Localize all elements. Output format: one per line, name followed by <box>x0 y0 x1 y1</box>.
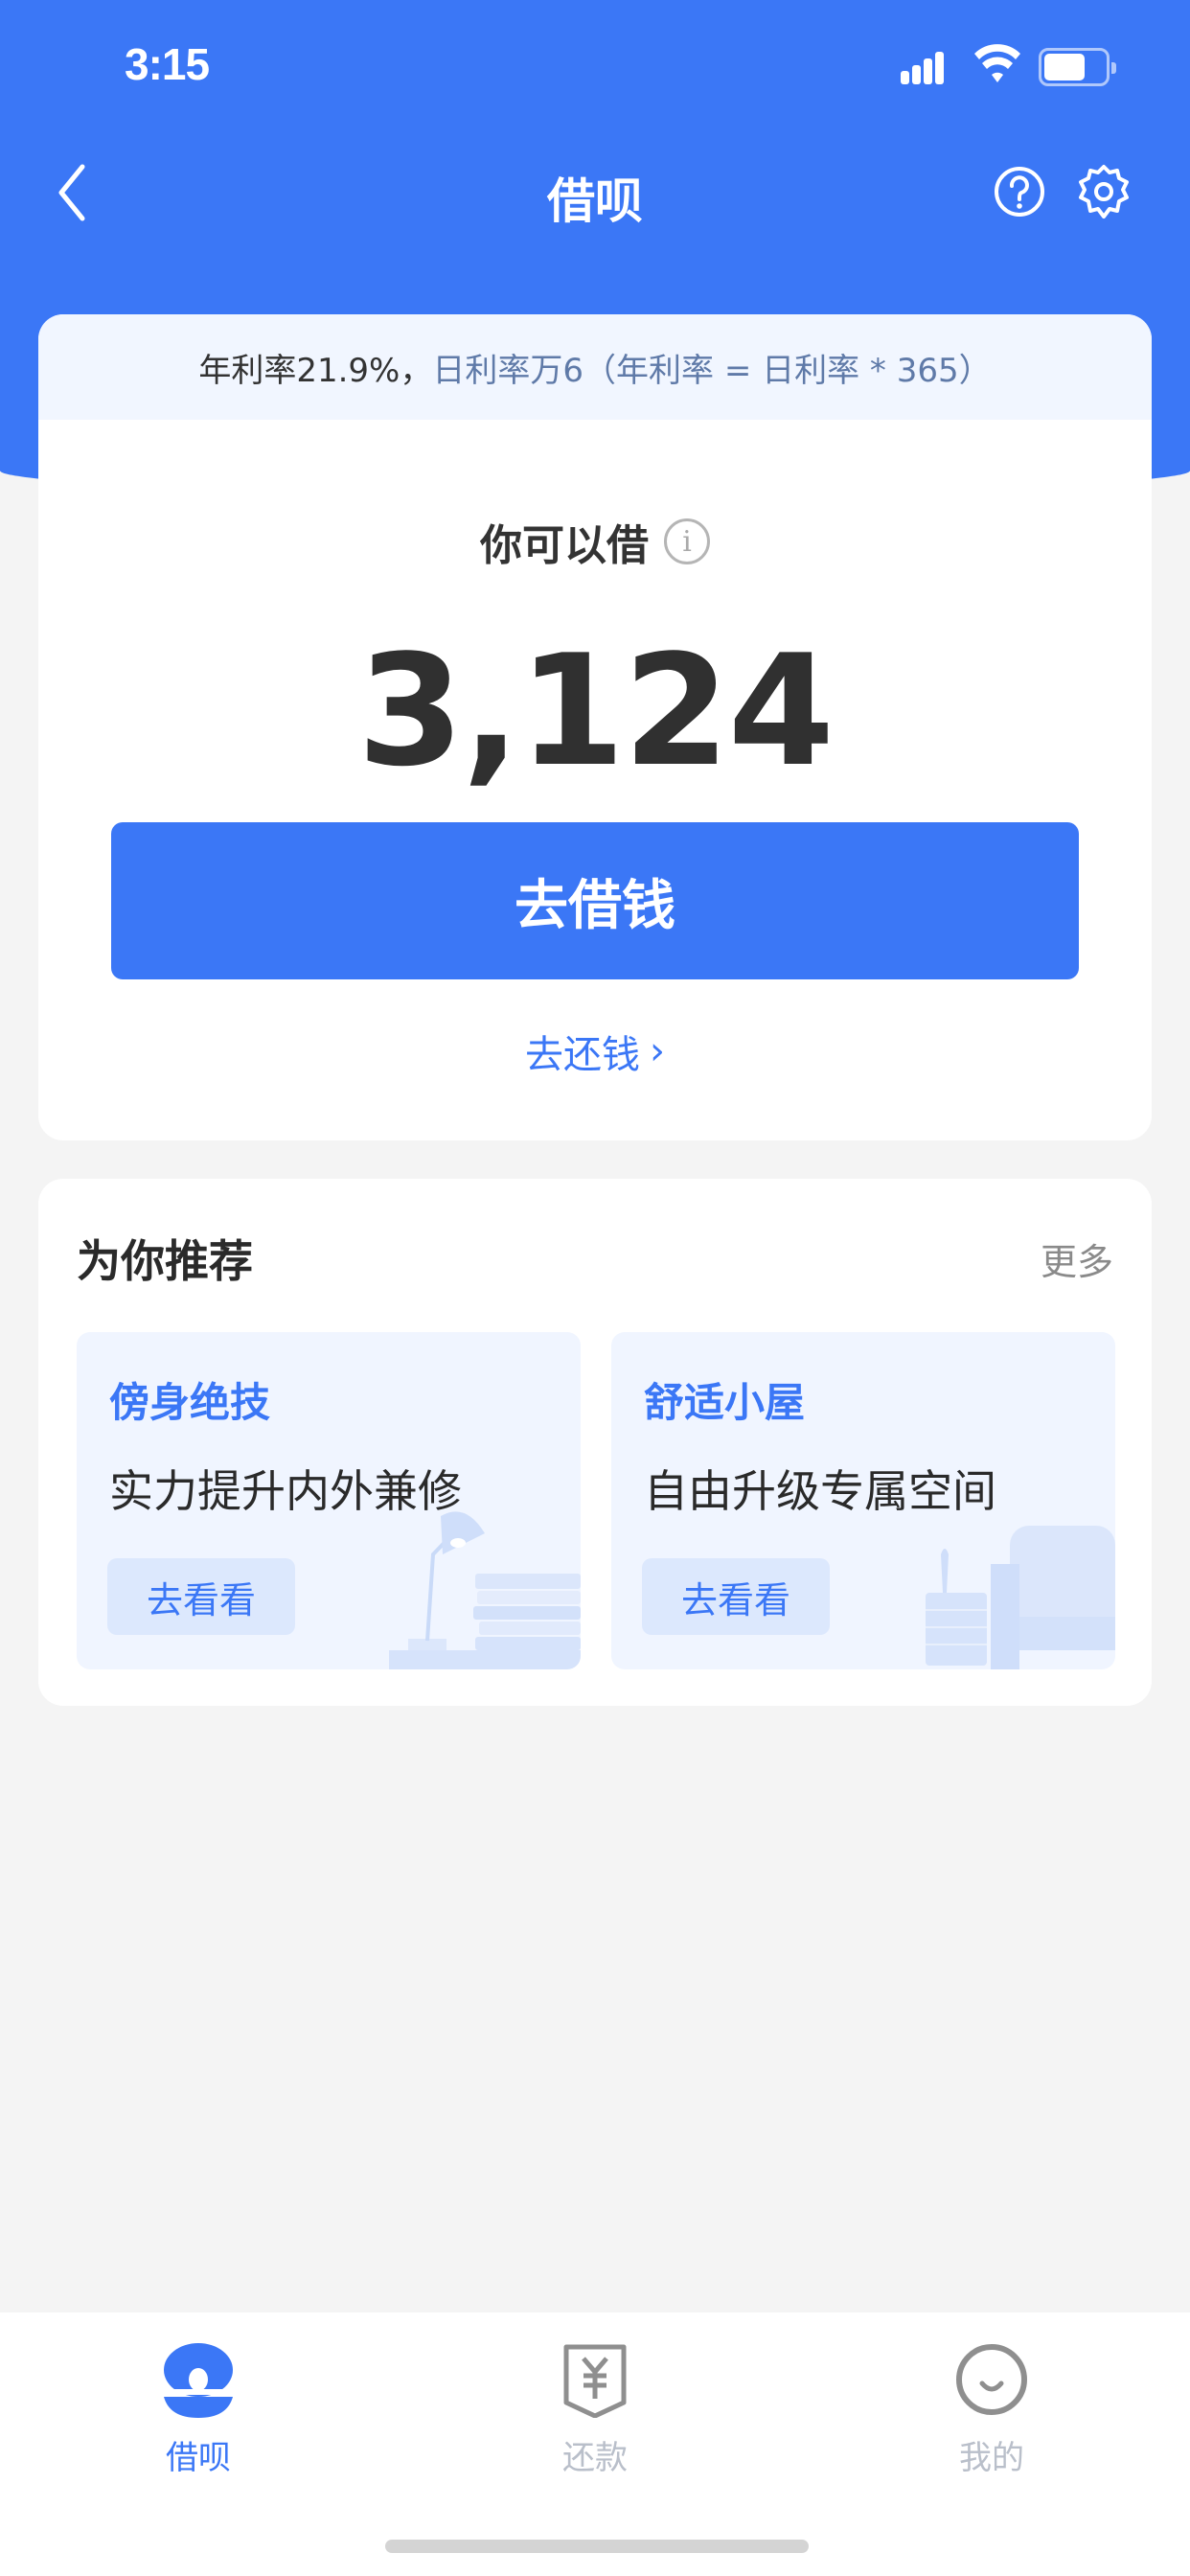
loan-card: 年利率21.9%， 日利率万6（年利率 = 日利率 * 365） 你可以借 i … <box>38 314 1152 1140</box>
tab-label: 还款 <box>562 2439 628 2477</box>
daily-rate-text: 日利率万6（年利率 = 日利率 * 365） <box>432 351 992 390</box>
recommend-item-title: 舒适小屋 <box>644 1379 806 1426</box>
more-link[interactable]: 更多 <box>1041 1232 1113 1285</box>
available-credit-text: 你可以借 <box>480 521 649 570</box>
interest-rate-bar: 年利率21.9%， 日利率万6（年利率 = 日利率 * 365） <box>38 314 1152 420</box>
annual-rate-text: 年利率21.9%， <box>198 351 433 390</box>
repay-link-text: 去还钱 <box>525 1033 640 1077</box>
recommend-item-home[interactable]: 舒适小屋 自由升级专属空间 去看看 <box>611 1332 1115 1669</box>
wifi-icon <box>974 44 1020 82</box>
status-time: 3:15 <box>125 39 210 89</box>
go-see-button[interactable]: 去看看 <box>107 1558 295 1635</box>
tab-mine[interactable]: 我的 <box>896 2341 1087 2478</box>
recommendation-title: 为你推荐 <box>77 1235 253 1287</box>
chevron-right-icon: › <box>650 1029 665 1073</box>
repay-link[interactable]: 去还钱 › <box>38 1024 1152 1079</box>
go-see-button[interactable]: 去看看 <box>642 1558 830 1635</box>
borrow-button[interactable]: 去借钱 <box>111 822 1079 979</box>
recommend-item-skills[interactable]: 傍身绝技 实力提升内外兼修 去看看 <box>77 1332 581 1669</box>
tab-repay[interactable]: 还款 <box>499 2341 691 2478</box>
battery-icon <box>1039 48 1116 86</box>
cellular-signal-icon <box>901 50 956 84</box>
status-bar: 3:15 <box>0 0 1190 134</box>
help-question-icon[interactable] <box>993 165 1046 218</box>
tab-label: 借呗 <box>166 2439 231 2477</box>
recommend-item-title: 傍身绝技 <box>109 1379 271 1426</box>
repay-yen-icon <box>563 2344 627 2418</box>
tab-label: 我的 <box>959 2439 1024 2477</box>
smile-profile-icon <box>956 2344 1027 2415</box>
available-credit-label: 你可以借 i <box>38 511 1152 572</box>
home-indicator[interactable] <box>385 2540 809 2553</box>
info-icon[interactable]: i <box>664 518 710 564</box>
bottom-tab-bar: 借呗 还款 我的 <box>0 2312 1190 2576</box>
jiebei-logo-icon <box>160 2343 237 2418</box>
recommendation-card: 为你推荐 更多 傍身绝技 实力提升内外兼修 去看看 舒适小屋 自由升级专属空间 … <box>38 1179 1152 1706</box>
settings-gear-icon[interactable] <box>1075 163 1133 220</box>
armchair-cabinet-illustration <box>926 1526 1115 1669</box>
desk-lamp-books-illustration <box>389 1511 581 1669</box>
nav-bar: 借呗 <box>0 144 1190 240</box>
recommend-item-subtitle: 自由升级专属空间 <box>644 1465 996 1517</box>
available-amount: 3,124 <box>356 621 835 800</box>
tab-jiebei[interactable]: 借呗 <box>103 2341 294 2478</box>
recommend-item-subtitle: 实力提升内外兼修 <box>109 1465 462 1517</box>
